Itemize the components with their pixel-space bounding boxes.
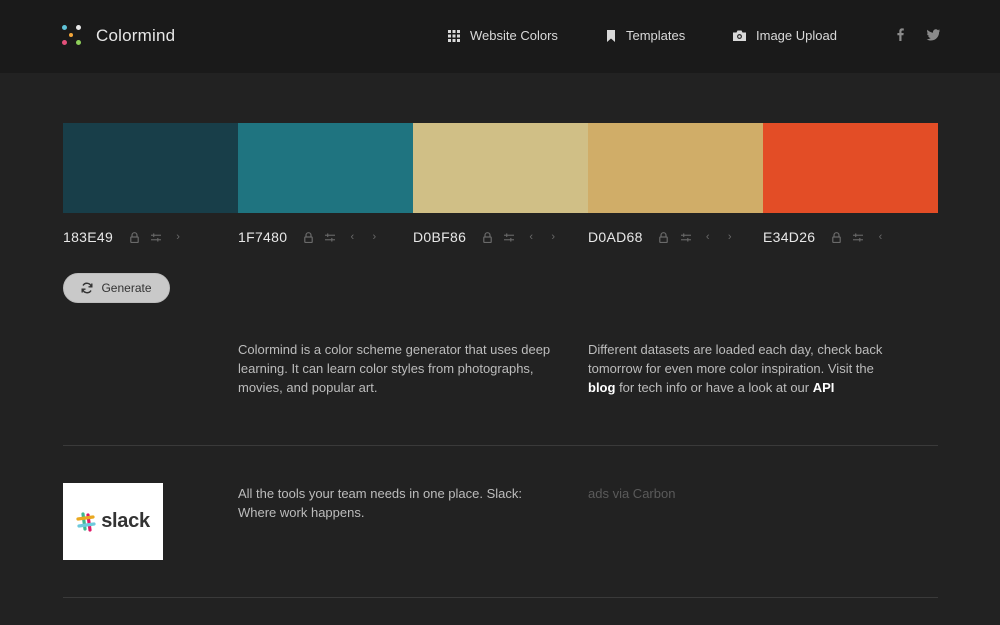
ads-via-carbon[interactable]: ads via Carbon: [588, 486, 675, 501]
about-description: Colormind is a color scheme generator th…: [238, 342, 551, 395]
camera-icon: [733, 30, 746, 41]
adjust-icon[interactable]: [151, 230, 162, 244]
divider: [63, 445, 938, 446]
facebook-link[interactable]: [897, 28, 904, 46]
twitter-link[interactable]: [926, 28, 940, 46]
chevron-right-icon[interactable]: ›: [725, 230, 735, 244]
chevron-right-icon[interactable]: ›: [369, 230, 379, 244]
top-header: Colormind Website Colors Templates Image…: [0, 0, 1000, 73]
hex-code[interactable]: E34D26: [763, 229, 815, 245]
lock-icon[interactable]: [129, 230, 139, 244]
lock-icon[interactable]: [303, 230, 313, 244]
chevron-left-icon[interactable]: ‹: [526, 230, 536, 244]
nav-label: Website Colors: [470, 28, 558, 43]
swatch-controls: 1F7480 ‹ ›: [238, 228, 391, 246]
datasets-text: Different datasets are loaded each day, …: [588, 342, 883, 376]
generate-button[interactable]: Generate: [63, 273, 170, 303]
chevron-left-icon[interactable]: ‹: [875, 230, 885, 244]
ad-text[interactable]: All the tools your team needs in one pla…: [238, 484, 538, 522]
hex-code[interactable]: D0AD68: [588, 229, 643, 245]
color-swatch[interactable]: [763, 123, 938, 213]
adjust-icon[interactable]: [853, 230, 864, 244]
color-swatch[interactable]: [238, 123, 413, 213]
swatch-controls: 183E49 ›: [63, 228, 195, 246]
color-swatch[interactable]: [63, 123, 238, 213]
lock-icon[interactable]: [659, 230, 669, 244]
blog-link[interactable]: blog: [588, 380, 615, 395]
adjust-icon[interactable]: [325, 230, 336, 244]
hex-code[interactable]: D0BF86: [413, 229, 466, 245]
color-codes: 183E49 › 1F7480 ‹ › D0BF86 ‹ › D0AD68 ‹ …: [63, 228, 938, 246]
chevron-right-icon[interactable]: ›: [173, 230, 183, 244]
app-name: Colormind: [96, 26, 176, 45]
chevron-left-icon[interactable]: ‹: [347, 230, 357, 244]
swatch-controls: E34D26 ‹: [763, 228, 897, 246]
facebook-icon: [897, 28, 904, 41]
nav-label: Templates: [626, 28, 686, 43]
adjust-icon[interactable]: [504, 230, 515, 244]
ad-image[interactable]: slack: [63, 483, 163, 560]
about-datasets: Different datasets are loaded each day, …: [588, 340, 898, 397]
colormind-logo-icon: [62, 25, 84, 47]
color-swatch[interactable]: [588, 123, 763, 213]
hex-code[interactable]: 183E49: [63, 229, 113, 245]
adjust-icon[interactable]: [680, 230, 691, 244]
lock-icon[interactable]: [482, 230, 492, 244]
lock-icon[interactable]: [831, 230, 841, 244]
color-swatch[interactable]: [413, 123, 588, 213]
generate-label: Generate: [101, 281, 152, 295]
hex-code[interactable]: 1F7480: [238, 229, 287, 245]
logo[interactable]: Colormind: [62, 25, 175, 47]
bookmark-icon: [607, 29, 615, 42]
slack-wordmark: slack: [101, 510, 150, 532]
swatch-controls: D0BF86 ‹ ›: [413, 228, 570, 246]
nav-label: Image Upload: [756, 28, 837, 43]
nav-image-upload[interactable]: Image Upload: [733, 28, 837, 43]
grid-icon: [448, 29, 460, 42]
chevron-left-icon[interactable]: ‹: [703, 230, 713, 244]
refresh-icon: [81, 282, 93, 294]
datasets-text-mid: for tech info or have a look at our: [619, 380, 810, 395]
chevron-right-icon[interactable]: ›: [548, 230, 558, 244]
slack-logo-icon: [76, 511, 96, 532]
divider: [63, 597, 938, 598]
palette: [63, 123, 938, 213]
swatch-controls: D0AD68 ‹ ›: [588, 228, 747, 246]
twitter-icon: [926, 29, 940, 41]
api-link[interactable]: API: [813, 380, 835, 395]
nav-templates[interactable]: Templates: [606, 28, 685, 43]
nav-website-colors[interactable]: Website Colors: [448, 28, 558, 43]
